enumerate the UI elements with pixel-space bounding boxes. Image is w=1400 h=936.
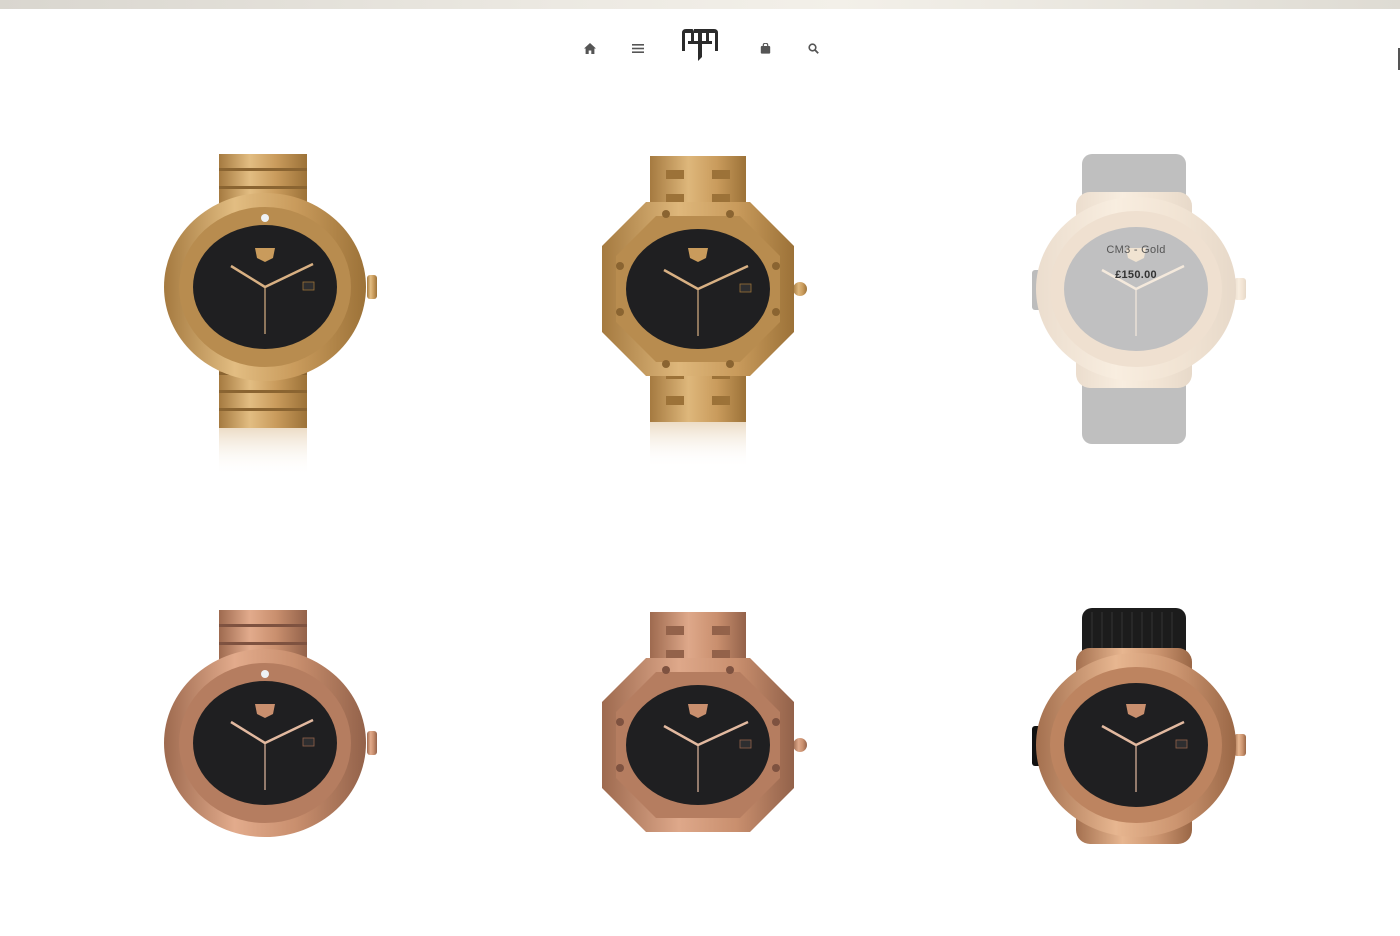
product-card[interactable] (85, 576, 445, 936)
menu-icon (632, 43, 644, 53)
menu-button[interactable] (630, 40, 646, 56)
search-icon (807, 42, 819, 54)
search-button[interactable] (805, 40, 821, 56)
product-card[interactable] (85, 120, 445, 480)
product-image-diver-rose-gold (164, 610, 377, 837)
product-card[interactable] (518, 576, 878, 936)
home-icon (584, 42, 596, 54)
product-card[interactable]: CM3 - Gold £150.00 (956, 120, 1316, 480)
product-image-diver-gold (164, 154, 377, 476)
product-hover-overlay[interactable] (956, 120, 1316, 480)
cart-link[interactable] (757, 40, 773, 56)
brand-logo-link[interactable] (678, 27, 722, 63)
product-image-rubber-rose-gold (1032, 608, 1246, 844)
top-banner-strip (0, 0, 1400, 9)
main-navigation (0, 24, 1400, 68)
brand-logo (682, 29, 718, 61)
product-image-octagon-rose-gold (602, 612, 807, 832)
product-price: £150.00 (1115, 269, 1157, 281)
home-link[interactable] (582, 40, 598, 56)
product-name[interactable]: CM3 - Gold (956, 244, 1316, 256)
shopping-bag-icon (760, 42, 770, 54)
product-card[interactable] (956, 576, 1316, 936)
product-card[interactable] (518, 120, 878, 480)
product-image-octagon-gold (602, 156, 807, 468)
